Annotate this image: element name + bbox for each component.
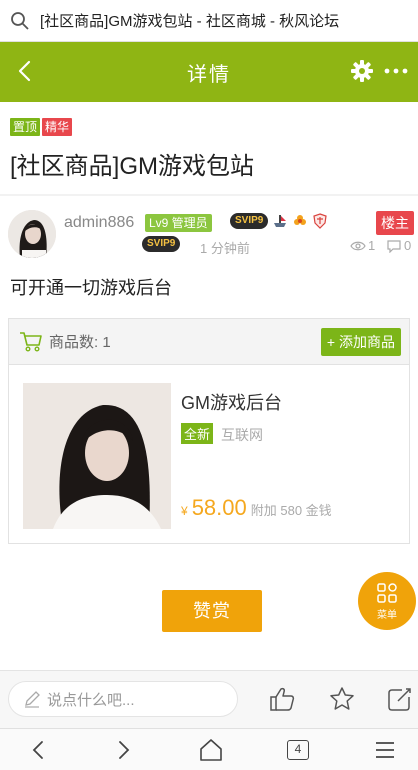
- thumbs-up-icon[interactable]: [268, 685, 296, 713]
- goods-section: 商品数: 1 + 添加商品 GM游戏后台 全新 互联网 ¥ 58.00 附加 5…: [0, 316, 418, 562]
- share-icon[interactable]: [386, 685, 414, 713]
- view-count: 1: [350, 238, 375, 253]
- back-arrow-icon[interactable]: [10, 56, 40, 86]
- reward-section: 赞赏: [0, 562, 418, 670]
- app-header: 详情: [0, 42, 418, 102]
- pencil-icon: [25, 691, 40, 708]
- condition-badge: 全新: [181, 423, 214, 444]
- post-time: 1 分钟前: [200, 241, 250, 256]
- goods-source: 互联网: [221, 427, 263, 443]
- comment-input[interactable]: 说点什么吧...: [8, 681, 238, 717]
- post-tags: 置顶 精华: [10, 118, 408, 136]
- author-name[interactable]: admin886: [64, 214, 134, 232]
- svip-badge: SVIP9: [230, 213, 269, 229]
- goods-count: 商品数: 1: [49, 334, 111, 351]
- author-row: admin886 Lv9 管理员 SVIP9 楼主 SVIP9 1 分钟前 1: [0, 196, 418, 266]
- forward-icon[interactable]: [110, 737, 136, 763]
- svip-badge-secondary: SVIP9: [142, 236, 181, 252]
- post-header: 置顶 精华 [社区商品]GM游戏包站: [0, 102, 418, 194]
- home-icon[interactable]: [198, 737, 224, 763]
- tag-pinned: 置顶: [10, 118, 41, 136]
- view-count-value: 1: [368, 238, 376, 253]
- goods-image[interactable]: [23, 383, 171, 529]
- currency-symbol: ¥: [181, 504, 188, 518]
- back-icon[interactable]: [26, 737, 52, 763]
- price-row: ¥ 58.00 附加 580 金钱: [181, 495, 332, 521]
- eye-icon: [350, 241, 366, 250]
- comment-bar: 说点什么吧...: [0, 670, 418, 728]
- comment-count: 0: [386, 238, 411, 253]
- goods-card: 商品数: 1 + 添加商品 GM游戏后台 全新 互联网 ¥ 58.00 附加 5…: [8, 318, 410, 544]
- level-badge: Lv9 管理员: [145, 214, 212, 232]
- page-title: 详情: [187, 63, 231, 86]
- more-options-icon[interactable]: [382, 59, 410, 83]
- menu-label: 菜单: [377, 609, 397, 621]
- reward-button[interactable]: 赞赏: [162, 590, 262, 632]
- search-icon[interactable]: [10, 11, 30, 31]
- gear-icon[interactable]: [350, 59, 374, 83]
- avatar[interactable]: [8, 210, 56, 258]
- goods-extra-cost: 附加 580 金钱: [250, 503, 332, 518]
- grid-menu-icon: [377, 582, 397, 603]
- tag-featured: 精华: [42, 118, 73, 136]
- post-body: 可开通一切游戏后台: [0, 266, 418, 316]
- menu-fab-button[interactable]: 菜单: [358, 572, 416, 630]
- medal-row: SVIP9: [230, 213, 328, 229]
- browser-url-bar[interactable]: [社区商品]GM游戏包站 - 社区商城 - 秋风论坛: [0, 0, 418, 42]
- browser-nav-bar: 4: [0, 728, 418, 770]
- goods-header: 商品数: 1 + 添加商品: [9, 319, 409, 365]
- ship-medal-icon: [274, 215, 287, 227]
- star-icon[interactable]: [328, 685, 356, 713]
- add-goods-button[interactable]: + 添加商品: [320, 328, 401, 356]
- goods-price: 58.00: [191, 495, 247, 520]
- hamburger-menu-icon[interactable]: [372, 737, 398, 763]
- cart-icon: [20, 331, 42, 352]
- post-title: [社区商品]GM游戏包站: [10, 153, 254, 180]
- browser-page-title[interactable]: [社区商品]GM游戏包站 - 社区商城 - 秋风论坛: [40, 10, 380, 31]
- comment-placeholder: 说点什么吧...: [47, 691, 135, 709]
- shield-medal-icon: [313, 213, 328, 229]
- goods-name[interactable]: GM游戏后台: [181, 389, 282, 415]
- comment-bubble-icon: [387, 239, 401, 253]
- comment-count-value: 0: [404, 238, 412, 253]
- flower-medal-icon: [294, 215, 307, 225]
- host-badge: 楼主: [376, 211, 414, 235]
- tabs-button[interactable]: 4: [287, 740, 309, 760]
